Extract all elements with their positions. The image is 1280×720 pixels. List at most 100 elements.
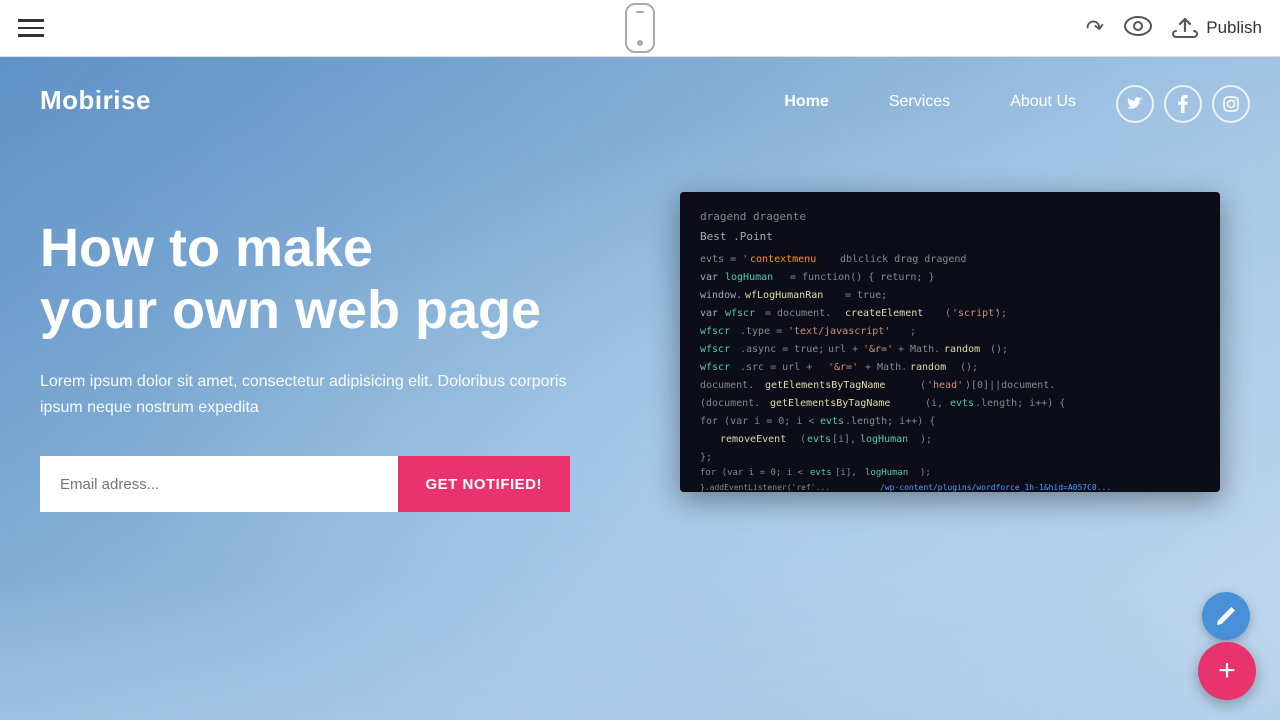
- svg-text:);: );: [920, 434, 932, 445]
- svg-text:removeEvent: removeEvent: [720, 434, 786, 445]
- svg-text:logHuman: logHuman: [725, 272, 773, 283]
- svg-text:.type =: .type =: [740, 326, 782, 337]
- social-facebook[interactable]: [1164, 85, 1202, 123]
- hero-content: How to make your own web page Lorem ipsu…: [40, 217, 570, 512]
- hero-section: Mobirise Home Services About Us How to m…: [0, 57, 1280, 720]
- edit-fab-button[interactable]: [1202, 592, 1250, 640]
- code-editor-visual: dragend dragente Best .Point evts = ' co…: [680, 192, 1220, 492]
- toolbar: ↶ Publish: [0, 0, 1280, 57]
- svg-text:getElementsByTagName: getElementsByTagName: [770, 398, 890, 409]
- social-twitter[interactable]: [1116, 85, 1154, 123]
- svg-text:'text/javascript': 'text/javascript': [788, 326, 890, 337]
- nav-links: Home Services About Us: [754, 85, 1106, 119]
- nav-socials: [1116, 85, 1250, 123]
- svg-text:wfscr: wfscr: [700, 362, 730, 373]
- svg-text:.length; i++) {: .length; i++) {: [975, 398, 1065, 409]
- svg-text:;: ;: [910, 326, 916, 337]
- svg-text:dblclick drag dragend: dblclick drag dragend: [840, 254, 966, 265]
- svg-text:logHuman: logHuman: [860, 434, 908, 445]
- hero-title-line2: your own web page: [40, 280, 541, 340]
- toolbar-left: [18, 19, 44, 37]
- svg-text:getElementsByTagName: getElementsByTagName: [765, 380, 885, 391]
- svg-text:var: var: [700, 308, 718, 319]
- svg-text:dragend dragente: dragend dragente: [700, 210, 806, 223]
- social-instagram[interactable]: [1212, 85, 1250, 123]
- svg-text:wfscr: wfscr: [700, 326, 730, 337]
- svg-text:contextmenu: contextmenu: [750, 254, 816, 265]
- svg-text:evts: evts: [807, 434, 831, 445]
- svg-text:evts: evts: [820, 416, 844, 427]
- nav-link-services[interactable]: Services: [859, 85, 980, 119]
- hero-title-line1: How to make: [40, 218, 373, 278]
- svg-text:}.addEventListener('ref'...: }.addEventListener('ref'...: [700, 483, 830, 492]
- svg-text:wfLogHumanRan: wfLogHumanRan: [745, 290, 823, 301]
- svg-text:document.: document.: [700, 380, 754, 391]
- svg-text:logHuman: logHuman: [865, 468, 908, 478]
- toolbar-right: ↶ Publish: [1086, 15, 1262, 41]
- svg-text:createElement: createElement: [845, 308, 923, 319]
- svg-text:.src = url +: .src = url +: [740, 362, 812, 373]
- svg-text:(i,: (i,: [925, 398, 943, 409]
- svg-text:'head': 'head': [927, 380, 963, 391]
- svg-text:window.: window.: [700, 290, 742, 301]
- svg-text:(: (: [800, 434, 806, 445]
- phone-home-button: [637, 40, 643, 46]
- email-input[interactable]: [40, 456, 398, 512]
- hero-description: Lorem ipsum dolor sit amet, consectetur …: [40, 369, 570, 420]
- nav-link-home[interactable]: Home: [754, 85, 858, 119]
- svg-text:wfscr: wfscr: [700, 344, 730, 355]
- pencil-icon: [1215, 605, 1237, 627]
- svg-text:);: );: [995, 308, 1007, 319]
- svg-text:var: var: [700, 272, 718, 283]
- toolbar-center: [625, 3, 655, 53]
- svg-text:[i],: [i],: [832, 434, 856, 445]
- svg-text:random: random: [910, 362, 946, 373]
- svg-text:for (var i = 0; i <: for (var i = 0; i <: [700, 468, 804, 478]
- svg-text:evts: evts: [810, 468, 832, 478]
- svg-text:/wp-content/plugins/wordforce_: /wp-content/plugins/wordforce_1h-1&hid=A…: [880, 483, 1111, 492]
- svg-text:(document.: (document.: [700, 398, 760, 409]
- nav-brand: Mobirise: [40, 85, 151, 116]
- svg-text:url +: url +: [828, 344, 858, 355]
- svg-text:'script': 'script': [952, 308, 1000, 319]
- svg-text:'&r=': '&r=': [863, 344, 893, 355]
- phone-notch: [636, 11, 644, 13]
- svg-text:();: ();: [990, 344, 1008, 355]
- svg-text:'&r=': '&r=': [828, 362, 858, 373]
- email-form: GET NOTIFIED!: [40, 456, 570, 512]
- hamburger-icon[interactable]: [18, 19, 44, 37]
- svg-text:evts = ': evts = ': [700, 254, 748, 265]
- svg-text:+ Math.: + Math.: [898, 344, 940, 355]
- undo-icon[interactable]: ↶: [1084, 14, 1107, 43]
- plus-icon: +: [1218, 654, 1236, 688]
- svg-text:(: (: [945, 308, 951, 319]
- svg-text:evts: evts: [950, 398, 974, 409]
- svg-text:= document.: = document.: [765, 308, 831, 319]
- svg-text:};: };: [700, 452, 712, 463]
- code-image: dragend dragente Best .Point evts = ' co…: [680, 192, 1220, 492]
- publish-upload-icon: [1172, 17, 1198, 39]
- svg-text:+ Math.: + Math.: [865, 362, 907, 373]
- svg-text:Best .Point: Best .Point: [700, 230, 773, 243]
- svg-text:();: ();: [960, 362, 978, 373]
- publish-label: Publish: [1206, 18, 1262, 38]
- svg-text:(: (: [920, 380, 926, 391]
- svg-text:.async = true;: .async = true;: [740, 344, 824, 355]
- svg-text:for (var i = 0; i <: for (var i = 0; i <: [700, 416, 814, 427]
- svg-text:wfscr: wfscr: [725, 308, 755, 319]
- hero-title: How to make your own web page: [40, 217, 570, 341]
- notify-button[interactable]: GET NOTIFIED!: [398, 456, 571, 512]
- svg-text:= true;: = true;: [845, 290, 887, 301]
- svg-text:= function() { return; }: = function() { return; }: [790, 272, 935, 283]
- svg-text:random: random: [944, 344, 980, 355]
- nav: Mobirise Home Services About Us: [0, 57, 1280, 207]
- add-fab-button[interactable]: +: [1198, 642, 1256, 700]
- phone-icon[interactable]: [625, 3, 655, 53]
- preview-icon[interactable]: [1124, 16, 1152, 41]
- svg-text:.length; i++) {: .length; i++) {: [845, 416, 935, 427]
- svg-text:)[0]||document.: )[0]||document.: [965, 380, 1055, 391]
- publish-button[interactable]: Publish: [1172, 17, 1262, 39]
- svg-text:[i],: [i],: [835, 468, 857, 478]
- svg-text:);: );: [920, 468, 931, 478]
- nav-link-about[interactable]: About Us: [980, 85, 1106, 119]
